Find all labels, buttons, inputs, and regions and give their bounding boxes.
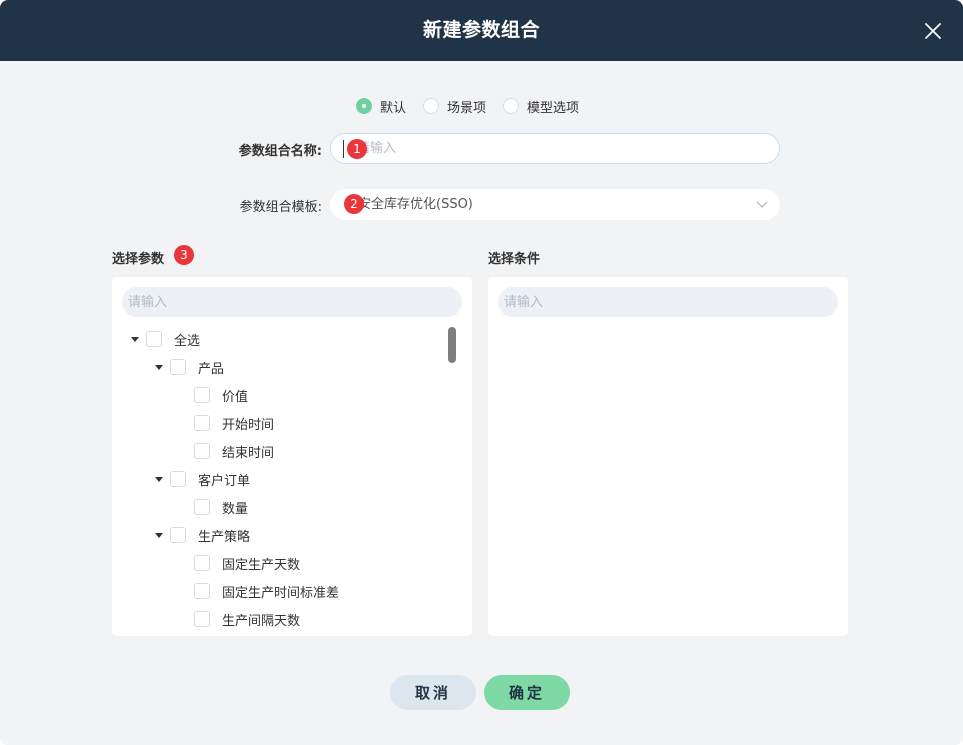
select-conditions-title: 选择条件 xyxy=(488,252,541,267)
name-input[interactable] xyxy=(330,133,780,164)
tree-node-end-time[interactable]: 结束时间 xyxy=(194,441,274,461)
tree-node-label: 价值 xyxy=(222,389,249,405)
tree-node-start-time[interactable]: 开始时间 xyxy=(194,413,274,433)
tree-node-label: 固定生产时间标准差 xyxy=(222,585,340,601)
tree-node-label: 全选 xyxy=(174,333,201,349)
tree-node-select-all[interactable]: 全选 xyxy=(130,329,200,349)
caret-down-icon[interactable] xyxy=(154,362,164,372)
dialog-title: 新建参数组合 xyxy=(422,19,540,41)
checkbox[interactable] xyxy=(146,331,162,347)
caret-down-icon[interactable] xyxy=(154,474,164,484)
confirm-button[interactable]: 确定 xyxy=(484,675,570,710)
tree-node-label: 结束时间 xyxy=(222,445,275,461)
tree-node-fixed-production-time-std[interactable]: 固定生产时间标准差 xyxy=(194,581,339,601)
tree-node-label: 生产间隔天数 xyxy=(222,613,301,629)
chevron-down-icon xyxy=(756,201,768,208)
text-cursor xyxy=(343,140,344,158)
step-badge-2: 2 xyxy=(344,194,364,214)
checkbox[interactable] xyxy=(194,583,210,599)
tree-node-quantity[interactable]: 数量 xyxy=(194,497,248,517)
cancel-button[interactable]: 取消 xyxy=(390,675,476,710)
step-badge-1: 1 xyxy=(347,139,367,159)
radio-default[interactable]: 默认 xyxy=(356,97,406,116)
select-params-title: 选择参数 xyxy=(112,252,165,267)
checkbox[interactable] xyxy=(170,359,186,375)
template-select[interactable]: 安全库存优化(SSO) xyxy=(330,189,780,220)
tree-node-fixed-production-days[interactable]: 固定生产天数 xyxy=(194,553,300,573)
tree-node-production-interval-days[interactable]: 生产间隔天数 xyxy=(194,609,300,629)
tree-node-value[interactable]: 价值 xyxy=(194,385,248,405)
checkbox[interactable] xyxy=(194,387,210,403)
tree-node-label: 生产策略 xyxy=(198,529,251,545)
tree-node-product[interactable]: 产品 xyxy=(154,357,224,377)
template-selected-value: 安全库存优化(SSO) xyxy=(358,197,473,212)
radio-scenario[interactable]: 场景项 xyxy=(423,97,486,116)
checkbox[interactable] xyxy=(170,471,186,487)
tree-node-production-strategy[interactable]: 生产策略 xyxy=(154,525,250,545)
dialog-header: 新建参数组合 xyxy=(0,0,963,61)
name-field-label: 参数组合名称: xyxy=(238,144,322,159)
tree-node-label: 产品 xyxy=(198,361,225,377)
checkbox[interactable] xyxy=(194,499,210,515)
radio-model-option-label: 模型选项 xyxy=(527,100,580,116)
type-radio-group: 默认 场景项 模型选项 xyxy=(356,95,596,117)
checkbox[interactable] xyxy=(170,527,186,543)
params-scrollbar[interactable] xyxy=(448,327,456,363)
radio-model-option[interactable]: 模型选项 xyxy=(503,97,579,116)
tree-node-label: 开始时间 xyxy=(222,417,275,433)
tree-node-label: 客户订单 xyxy=(198,473,251,489)
tree-node-label: 固定生产天数 xyxy=(222,557,301,573)
checkbox[interactable] xyxy=(194,443,210,459)
radio-default-label: 默认 xyxy=(380,100,407,116)
template-field-label: 参数组合模板: xyxy=(239,200,322,215)
checkbox[interactable] xyxy=(194,415,210,431)
checkbox[interactable] xyxy=(194,555,210,571)
params-search-input[interactable] xyxy=(122,287,462,317)
checkbox[interactable] xyxy=(194,611,210,627)
new-param-group-dialog: 新建参数组合 默认 场景项 模型选项 参数组合名称: 1 参数组合模板: 安全库… xyxy=(0,0,963,745)
close-icon[interactable] xyxy=(921,19,945,43)
radio-scenario-label: 场景项 xyxy=(447,100,487,116)
tree-node-customer-order[interactable]: 客户订单 xyxy=(154,469,250,489)
step-badge-3: 3 xyxy=(174,245,194,265)
tree-node-label: 数量 xyxy=(222,501,249,517)
conditions-panel xyxy=(488,277,848,636)
radio-model-option-circle[interactable] xyxy=(503,98,520,114)
params-panel: 全选 产品 价值 开始时间 结束时间 客户订单 数量 xyxy=(112,277,472,636)
caret-down-icon[interactable] xyxy=(154,530,164,540)
radio-default-circle[interactable] xyxy=(356,98,372,114)
caret-down-icon[interactable] xyxy=(130,334,140,344)
conditions-search-input[interactable] xyxy=(498,287,838,317)
radio-scenario-circle[interactable] xyxy=(423,98,440,114)
